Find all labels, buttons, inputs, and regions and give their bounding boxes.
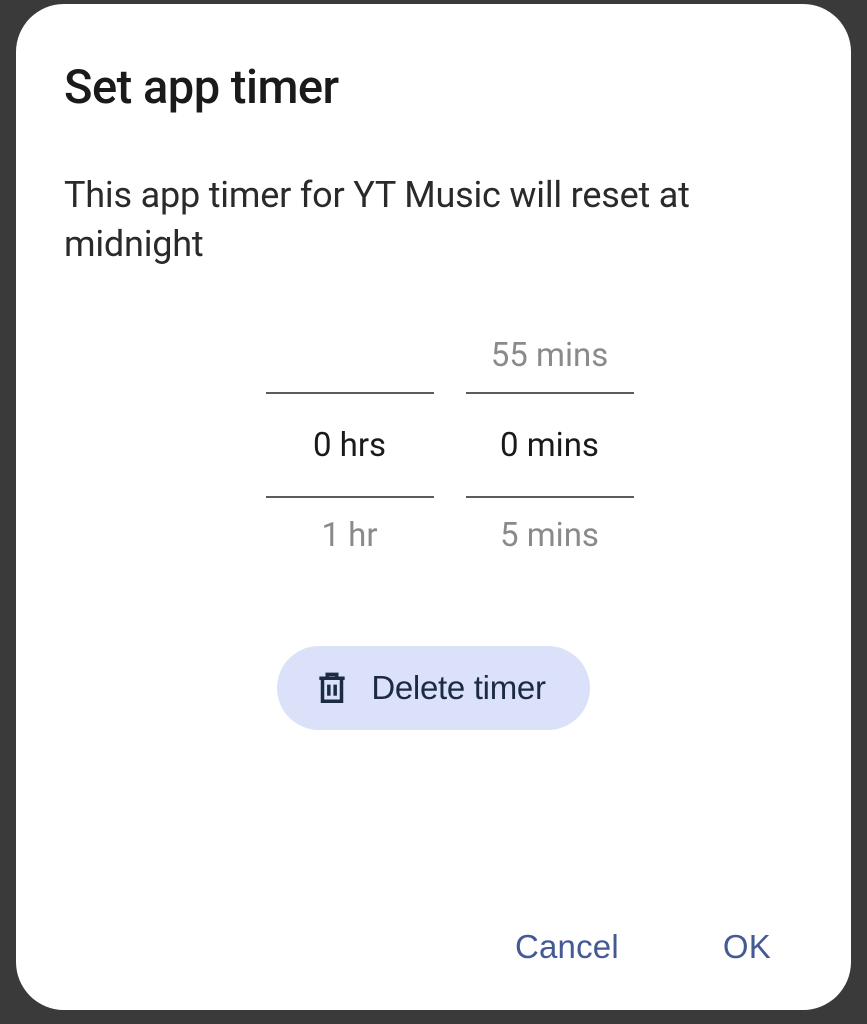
cancel-button[interactable]: Cancel bbox=[511, 920, 623, 974]
hours-next: 1 hr bbox=[266, 504, 434, 566]
trash-icon bbox=[313, 668, 351, 708]
hours-prev bbox=[266, 324, 434, 386]
dialog-actions: Cancel OK bbox=[64, 920, 803, 974]
delete-timer-button[interactable]: Delete timer bbox=[277, 646, 589, 730]
app-timer-dialog: Set app timer This app timer for YT Musi… bbox=[16, 4, 851, 1010]
hours-selected: 0 hrs bbox=[266, 392, 434, 498]
dialog-description: This app timer for YT Music will reset a… bbox=[64, 171, 803, 268]
ok-button[interactable]: OK bbox=[719, 920, 775, 974]
minutes-next: 5 mins bbox=[466, 504, 634, 566]
minutes-picker[interactable]: 55 mins 0 mins 5 mins bbox=[466, 324, 634, 566]
minutes-selected: 0 mins bbox=[466, 392, 634, 498]
dialog-title: Set app timer bbox=[64, 60, 803, 115]
delete-timer-label: Delete timer bbox=[371, 669, 545, 707]
time-picker: 0 hrs 1 hr 55 mins 0 mins 5 mins bbox=[64, 324, 803, 566]
hours-picker[interactable]: 0 hrs 1 hr bbox=[266, 324, 434, 566]
minutes-prev: 55 mins bbox=[466, 324, 634, 386]
